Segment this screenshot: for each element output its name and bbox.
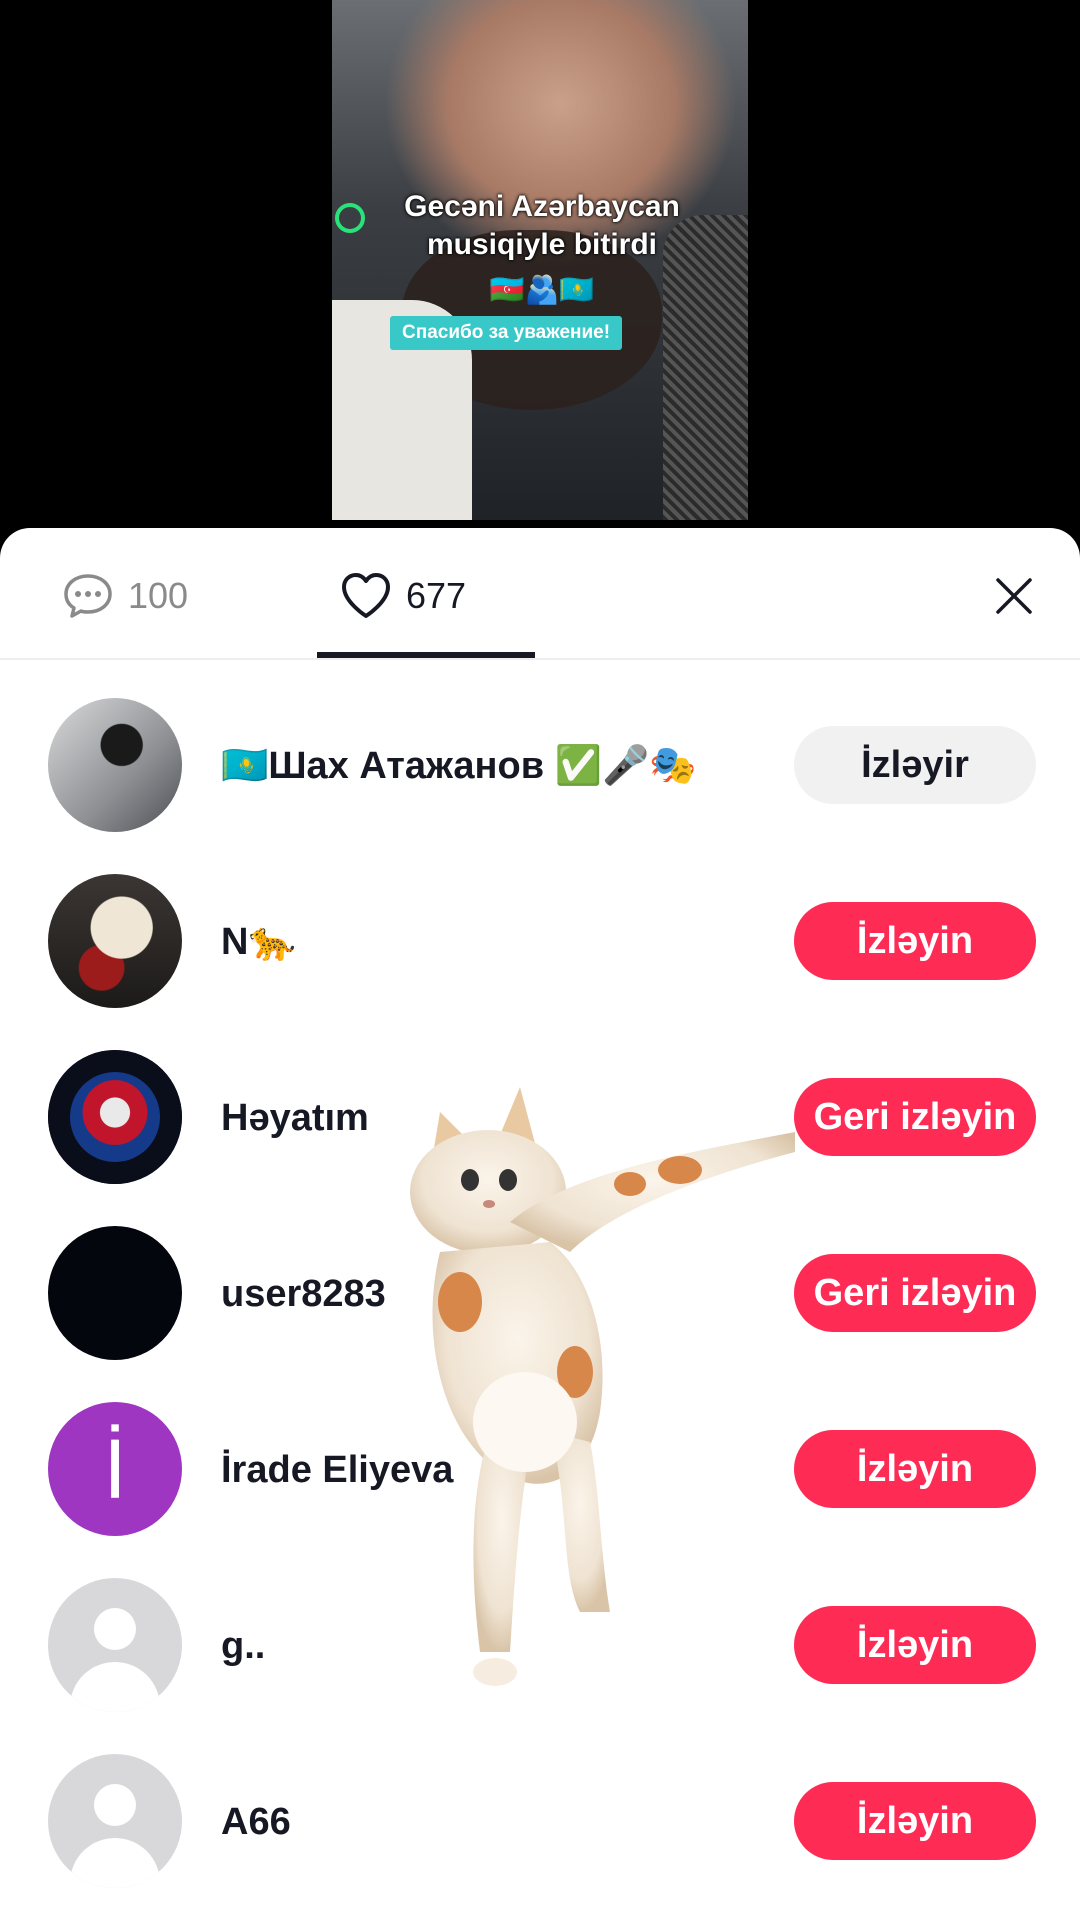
tab-likes[interactable]: 677 [340, 566, 466, 626]
follow-button[interactable]: İzləyin [794, 902, 1036, 980]
video-caption: Gecəni Azərbaycan musiqiyle bitirdi [372, 188, 712, 264]
caption-badge: Спасибо за уважение! [390, 316, 623, 350]
comment-icon [64, 574, 112, 618]
list-item[interactable]: 🇰🇿Шах Атажанов ✅🎤🎭 İzləyir [0, 678, 1080, 854]
avatar-image [70, 1072, 160, 1162]
user-name[interactable]: A66 [221, 1734, 291, 1910]
avatar[interactable] [48, 1050, 182, 1184]
avatar[interactable] [48, 1578, 182, 1712]
user-name[interactable]: N🐆 [221, 854, 296, 1030]
default-avatar-icon [94, 1784, 136, 1826]
user-name[interactable]: Həyatım [221, 1030, 369, 1206]
heart-icon [342, 573, 390, 618]
tab-comments[interactable]: 100 [62, 566, 188, 626]
caption-flags: 🇦🇿🫂🇰🇿 [489, 274, 595, 305]
default-avatar-icon [94, 1608, 136, 1650]
comments-count: 100 [128, 575, 189, 616]
sheet-tabs: 100 677 [0, 528, 1080, 660]
follow-back-button[interactable]: Geri izləyin [794, 1254, 1036, 1332]
active-tab-indicator [317, 652, 535, 658]
user-name[interactable]: user8283 [221, 1206, 386, 1382]
cat-sticker [410, 1087, 795, 1686]
video-frame: Gecəni Azərbaycan musiqiyle bitirdi 🇦🇿🫂🇰… [332, 0, 748, 520]
follow-back-button[interactable]: Geri izləyin [794, 1078, 1036, 1156]
user-name[interactable]: g.. [221, 1558, 265, 1734]
follow-button[interactable]: İzləyin [794, 1606, 1036, 1684]
avatar[interactable] [48, 1226, 182, 1360]
list-item[interactable]: N🐆 İzləyin [0, 854, 1080, 1030]
following-button[interactable]: İzləyir [794, 726, 1036, 804]
avatar[interactable]: İ [48, 1402, 182, 1536]
close-button[interactable] [984, 566, 1044, 626]
live-indicator-icon [335, 203, 365, 233]
avatar[interactable] [48, 874, 182, 1008]
avatar[interactable] [48, 1754, 182, 1888]
follow-button[interactable]: İzləyin [794, 1782, 1036, 1860]
avatar[interactable] [48, 698, 182, 832]
caption-line-1: Gecəni Azərbaycan [404, 190, 680, 223]
likes-count: 677 [406, 575, 467, 616]
list-item[interactable]: A66 İzləyin [0, 1734, 1080, 1910]
follow-button[interactable]: İzləyin [794, 1430, 1036, 1508]
close-icon [996, 578, 1032, 614]
user-name[interactable]: 🇰🇿Шах Атажанов ✅🎤🎭 [221, 678, 697, 854]
video-player[interactable]: Gecəni Azərbaycan musiqiyle bitirdi 🇦🇿🫂🇰… [0, 0, 1080, 560]
caption-line-2: musiqiyle bitirdi [426, 228, 658, 261]
